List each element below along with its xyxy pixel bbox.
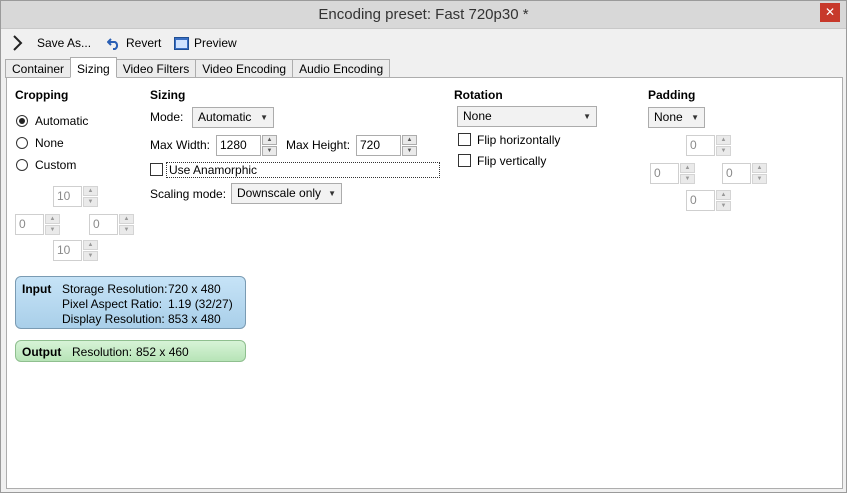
flip-vertical-option[interactable]: Flip vertically <box>458 153 588 169</box>
tab-audio-encoding[interactable]: Audio Encoding <box>292 59 391 78</box>
crop-automatic-label: Automatic <box>35 114 89 128</box>
preview-icon <box>174 36 189 50</box>
padding-right-stepper[interactable]: ▲ ▼ <box>752 163 767 184</box>
chevron-down-icon: ▼ <box>691 113 699 122</box>
max-width-input[interactable]: 1280 <box>216 135 261 156</box>
preview-label: Preview <box>194 36 237 50</box>
window-title: Encoding preset: Fast 720p30 * <box>318 6 529 23</box>
crop-bottom-stepper[interactable]: ▲ ▼ <box>83 240 98 261</box>
storage-resolution-label: Storage Resolution: <box>62 282 168 296</box>
crop-right-stepper[interactable]: ▲ ▼ <box>119 214 134 235</box>
preview-button[interactable]: Preview <box>174 34 237 52</box>
close-button[interactable]: ✕ <box>820 3 840 22</box>
tab-video-filters[interactable]: Video Filters <box>115 59 197 78</box>
scaling-mode-label: Scaling mode: <box>150 187 227 201</box>
sizing-panel: Cropping Automatic None Custom 10 ▲ ▼ 0 ▲… <box>6 77 843 489</box>
flip-horizontal-checkbox[interactable] <box>458 133 471 146</box>
output-info-box: Output Resolution: 852 x 460 <box>15 340 246 362</box>
output-resolution-value: 852 x 460 <box>136 345 189 359</box>
mode-dropdown[interactable]: Automatic ▼ <box>192 107 274 128</box>
padding-dropdown[interactable]: None ▼ <box>648 107 705 128</box>
chevron-down-icon: ▼ <box>328 189 336 198</box>
save-as-button[interactable]: Save As... <box>37 34 91 52</box>
flip-horizontal-label: Flip horizontally <box>477 133 561 147</box>
crop-top-stepper[interactable]: ▲ ▼ <box>83 186 98 207</box>
padding-bottom-input[interactable]: 0 <box>686 190 715 211</box>
scaling-mode-dropdown[interactable]: Downscale only ▼ <box>231 183 342 204</box>
max-width-stepper[interactable]: ▲ ▼ <box>262 135 277 156</box>
padding-left-input[interactable]: 0 <box>650 163 679 184</box>
pixel-aspect-ratio-label: Pixel Aspect Ratio: <box>62 297 163 311</box>
crop-none-radio[interactable] <box>16 137 28 149</box>
crop-custom-label: Custom <box>35 158 77 172</box>
tab-container[interactable]: Container <box>5 59 72 78</box>
crop-none-option[interactable]: None <box>16 135 116 151</box>
chevron-right-icon[interactable] <box>11 34 25 52</box>
padding-value: None <box>654 110 683 124</box>
input-heading: Input <box>22 282 52 296</box>
crop-left-stepper[interactable]: ▲ ▼ <box>45 214 60 235</box>
crop-bottom-input[interactable]: 10 <box>53 240 82 261</box>
revert-label: Revert <box>126 36 162 50</box>
padding-heading: Padding <box>648 88 696 102</box>
storage-resolution-value: 720 x 480 <box>168 282 221 296</box>
padding-left-stepper[interactable]: ▲ ▼ <box>680 163 695 184</box>
chevron-down-icon: ▼ <box>260 113 268 122</box>
crop-custom-radio[interactable] <box>16 159 28 171</box>
crop-automatic-radio[interactable] <box>16 115 28 127</box>
output-heading: Output <box>22 345 62 359</box>
mode-value: Automatic <box>198 110 252 124</box>
rotation-dropdown[interactable]: None ▼ <box>457 106 597 127</box>
tab-video-encoding[interactable]: Video Encoding <box>195 59 294 78</box>
flip-vertical-checkbox[interactable] <box>458 154 471 167</box>
mode-label: Mode: <box>150 110 184 124</box>
save-as-label: Save As... <box>37 36 92 50</box>
input-info-box: Input Storage Resolution: 720 x 480 Pixe… <box>15 276 246 329</box>
scaling-mode-value: Downscale only <box>237 186 322 200</box>
crop-none-label: None <box>35 136 64 150</box>
max-height-label: Max Height: <box>286 138 351 152</box>
undo-icon <box>107 38 119 50</box>
max-height-stepper[interactable]: ▲ ▼ <box>402 135 417 156</box>
display-resolution-label: Display Resolution: <box>62 312 165 326</box>
output-resolution-label: Resolution: <box>72 345 133 359</box>
max-height-input[interactable]: 720 <box>356 135 401 156</box>
toolbar: Save As... Revert Preview <box>1 29 846 57</box>
chevron-down-icon: ▼ <box>583 112 591 121</box>
display-resolution-value: 853 x 480 <box>168 312 221 326</box>
padding-top-input[interactable]: 0 <box>686 135 715 156</box>
use-anamorphic-option[interactable]: Use Anamorphic <box>150 162 440 178</box>
use-anamorphic-checkbox[interactable] <box>150 163 163 176</box>
tab-sizing[interactable]: Sizing <box>70 57 117 78</box>
max-width-label: Max Width: <box>150 138 211 152</box>
crop-custom-option[interactable]: Custom <box>16 157 116 173</box>
rotation-heading: Rotation <box>454 88 503 102</box>
crop-automatic-option[interactable]: Automatic <box>16 113 116 129</box>
use-anamorphic-label: Use Anamorphic <box>169 163 258 177</box>
padding-right-input[interactable]: 0 <box>722 163 751 184</box>
sizing-heading: Sizing <box>150 88 186 102</box>
encoding-preset-window: Encoding preset: Fast 720p30 * ✕ Save As… <box>0 0 847 493</box>
pixel-aspect-ratio-value: 1.19 (32/27) <box>168 297 233 311</box>
cropping-heading: Cropping <box>15 88 69 102</box>
rotation-value: None <box>463 109 492 123</box>
crop-right-input[interactable]: 0 <box>89 214 118 235</box>
padding-bottom-stepper[interactable]: ▲ ▼ <box>716 190 731 211</box>
crop-top-input[interactable]: 10 <box>53 186 82 207</box>
revert-button[interactable]: Revert <box>107 34 161 52</box>
title-bar: Encoding preset: Fast 720p30 * ✕ <box>1 1 846 29</box>
tab-strip: Container Sizing Video Filters Video Enc… <box>5 57 391 78</box>
crop-left-input[interactable]: 0 <box>15 214 44 235</box>
flip-horizontal-option[interactable]: Flip horizontally <box>458 132 588 148</box>
padding-top-stepper[interactable]: ▲ ▼ <box>716 135 731 156</box>
flip-vertical-label: Flip vertically <box>477 154 547 168</box>
